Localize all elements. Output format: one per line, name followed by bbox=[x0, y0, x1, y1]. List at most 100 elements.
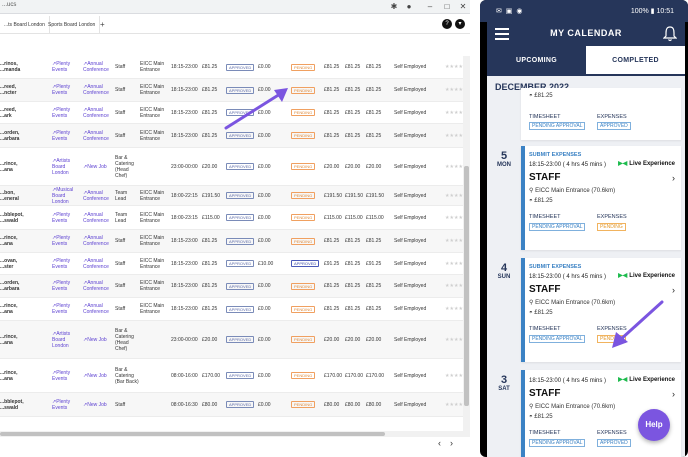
expense-status-badge[interactable]: PENDING bbox=[291, 214, 316, 221]
pager-prev-button[interactable]: ‹ bbox=[438, 438, 441, 448]
expense-status-badge[interactable]: PENDING bbox=[291, 192, 316, 199]
amount-3: £20.00 bbox=[366, 336, 382, 343]
expense-status-badge[interactable]: PENDING bbox=[291, 282, 316, 290]
live-experience-label[interactable]: ▶◀ Live Experience bbox=[618, 160, 675, 167]
table-row[interactable]: ...bon,...eneralMusical Board LondonAnnu… bbox=[0, 186, 470, 206]
job-link[interactable]: Annual Conference bbox=[83, 258, 114, 270]
amount-2: £80.00 bbox=[345, 401, 361, 408]
pager-next-button[interactable]: › bbox=[450, 438, 453, 448]
job-link[interactable]: Annual Conference bbox=[83, 61, 114, 73]
company-link[interactable]: Artists Board London bbox=[52, 158, 82, 176]
table-row[interactable]: ...bblepot,...swaldPlenty EventsAnnual C… bbox=[0, 206, 470, 230]
company-link[interactable]: Plenty Events bbox=[52, 370, 82, 382]
job-link[interactable]: New Job bbox=[83, 337, 106, 343]
expenses-status-badge[interactable]: PENDING bbox=[597, 223, 626, 231]
expenses-status-badge[interactable]: PENDING bbox=[597, 335, 626, 343]
calendar-feed[interactable]: DECEMBER 2022 ◓ £81.25 TIMESHEET PENDING… bbox=[487, 76, 685, 457]
chevron-right-icon[interactable]: › bbox=[672, 389, 675, 399]
table-row[interactable]: ...rince,...anaPlenty EventsNew JobBar &… bbox=[0, 359, 470, 393]
shift-card[interactable]: SUBMIT EXPENSES ▶◀ Live Experience 18:15-23… bbox=[521, 258, 681, 362]
shift-card-partial[interactable]: ◓ £81.25 TIMESHEET PENDING APPROVAL EXPE… bbox=[521, 88, 681, 140]
company-link[interactable]: Plenty Events bbox=[52, 399, 82, 411]
table-row[interactable]: ...rince,...anaArtists Board LondonNew J… bbox=[0, 321, 470, 359]
table-row[interactable]: ...reed,...arkPlenty EventsAnnual Confer… bbox=[0, 102, 470, 124]
job-link[interactable]: Annual Conference bbox=[83, 303, 114, 315]
job-link[interactable]: Annual Conference bbox=[83, 235, 114, 247]
company-link[interactable]: Plenty Events bbox=[52, 303, 82, 315]
table-row[interactable]: ...bblepot,...swaldPlenty EventsNew JobS… bbox=[0, 393, 470, 417]
extensions-icon[interactable]: ✱ bbox=[388, 1, 400, 12]
minimize-icon[interactable]: – bbox=[424, 1, 436, 12]
expense-status-badge[interactable]: PENDING bbox=[291, 86, 316, 94]
expense-status-badge[interactable]: PENDING bbox=[291, 237, 316, 245]
live-experience-icon: ▶◀ bbox=[618, 161, 628, 167]
table-row[interactable]: ...orden,...arbaraPlenty EventsAnnual Co… bbox=[0, 124, 470, 148]
chevron-right-icon[interactable]: › bbox=[672, 285, 675, 295]
expense-status-badge[interactable]: PENDING bbox=[291, 401, 316, 408]
expense-status-badge[interactable]: PENDING bbox=[291, 305, 316, 313]
company-link[interactable]: Plenty Events bbox=[52, 107, 82, 119]
job-link[interactable]: Annual Conference bbox=[83, 190, 114, 202]
company-link[interactable]: Plenty Events bbox=[52, 235, 82, 247]
pin-icon[interactable]: ● bbox=[403, 1, 415, 12]
tab-completed[interactable]: COMPLETED bbox=[586, 46, 685, 76]
company-link[interactable]: Plenty Events bbox=[52, 84, 82, 96]
company-link[interactable]: Plenty Events bbox=[52, 130, 82, 142]
job-link[interactable]: New Job bbox=[83, 373, 106, 379]
job-link[interactable]: Annual Conference bbox=[83, 84, 114, 96]
chevron-right-icon[interactable]: › bbox=[672, 173, 675, 183]
tab-upcoming[interactable]: UPCOMING bbox=[487, 46, 586, 76]
table-row[interactable]: ...rince,...anaPlenty EventsAnnual Confe… bbox=[0, 230, 470, 253]
expense-status-badge[interactable]: PENDING bbox=[291, 63, 316, 71]
company-link[interactable]: Plenty Events bbox=[52, 212, 82, 224]
amount-2: £81.25 bbox=[345, 238, 361, 244]
job-link[interactable]: Annual Conference bbox=[83, 130, 114, 142]
company-link[interactable]: Plenty Events bbox=[52, 280, 82, 292]
vertical-scrollbar[interactable] bbox=[463, 56, 470, 431]
bell-icon[interactable] bbox=[663, 26, 677, 42]
submit-expenses-link[interactable]: SUBMIT EXPENSES bbox=[529, 264, 581, 270]
expense-status-badge[interactable]: PENDING bbox=[291, 336, 316, 343]
tab-sports-board[interactable]: Sports Board London bbox=[44, 16, 101, 34]
expense-status-badge[interactable]: PENDING bbox=[291, 132, 316, 139]
company-link[interactable]: Plenty Events bbox=[52, 61, 82, 73]
amount-3: £20.00 bbox=[366, 163, 382, 170]
company-link[interactable]: Plenty Events bbox=[52, 258, 82, 270]
table-row[interactable]: ...ovan,...sterPlenty EventsAnnual Confe… bbox=[0, 253, 470, 275]
amount-2: £81.25 bbox=[345, 87, 361, 93]
table-row[interactable]: ...rince,...anaPlenty EventsAnnual Confe… bbox=[0, 298, 470, 321]
horizontal-scrollbar[interactable] bbox=[0, 431, 470, 437]
add-tab-button[interactable]: + bbox=[100, 16, 105, 34]
maximize-icon[interactable]: □ bbox=[441, 1, 453, 12]
help-button[interactable]: Help bbox=[638, 409, 670, 441]
live-experience-icon: ▶◀ bbox=[618, 273, 628, 279]
live-experience-label[interactable]: ▶◀ Live Experience bbox=[618, 376, 675, 383]
job-link[interactable]: Annual Conference bbox=[83, 212, 114, 224]
shift-card[interactable]: SUBMIT EXPENSES ▶◀ Live Experience 18:15-23… bbox=[521, 146, 681, 250]
company-link[interactable]: Musical Board London bbox=[52, 187, 82, 205]
job-link[interactable]: Annual Conference bbox=[83, 107, 114, 119]
submit-expenses-link[interactable]: SUBMIT EXPENSES bbox=[529, 152, 581, 158]
tab-board-1[interactable]: ...ts Board London bbox=[0, 16, 50, 34]
expenses-status-badge[interactable]: APPROVED bbox=[597, 439, 631, 447]
job-link[interactable]: New Job bbox=[83, 164, 106, 170]
table-row[interactable]: ...rince,...anaArtists Board LondonNew J… bbox=[0, 148, 470, 186]
window-title: ...ucs bbox=[2, 2, 17, 8]
job-link[interactable]: Annual Conference bbox=[83, 280, 114, 292]
company-link[interactable]: Artists Board London bbox=[52, 331, 82, 349]
expense-status-badge[interactable]: PENDING bbox=[291, 372, 316, 379]
table-row[interactable]: ...reed,...ncterPlenty EventsAnnual Conf… bbox=[0, 79, 470, 102]
live-experience-label[interactable]: ▶◀ Live Experience bbox=[618, 272, 675, 279]
amount-1: £170.00 bbox=[324, 372, 343, 379]
export-icon[interactable]: ▾ bbox=[455, 19, 465, 29]
close-icon[interactable]: ✕ bbox=[457, 1, 469, 12]
timesheet-status-badge: APPROVED bbox=[226, 372, 255, 379]
expense-status-badge[interactable]: PENDING bbox=[291, 163, 316, 170]
expense-status-badge[interactable]: PENDING bbox=[291, 109, 316, 116]
expense-status-badge[interactable]: APPROVED bbox=[291, 260, 320, 267]
help-circle-icon[interactable]: ? bbox=[442, 19, 452, 29]
status-icons: ✉ ▣ ◉ bbox=[496, 8, 524, 15]
table-row[interactable]: ...rinos,...mandaPlenty EventsAnnual Con… bbox=[0, 56, 470, 79]
table-row[interactable]: ...orden,...arbaraPlenty EventsAnnual Co… bbox=[0, 275, 470, 298]
job-link[interactable]: New Job bbox=[83, 402, 106, 408]
